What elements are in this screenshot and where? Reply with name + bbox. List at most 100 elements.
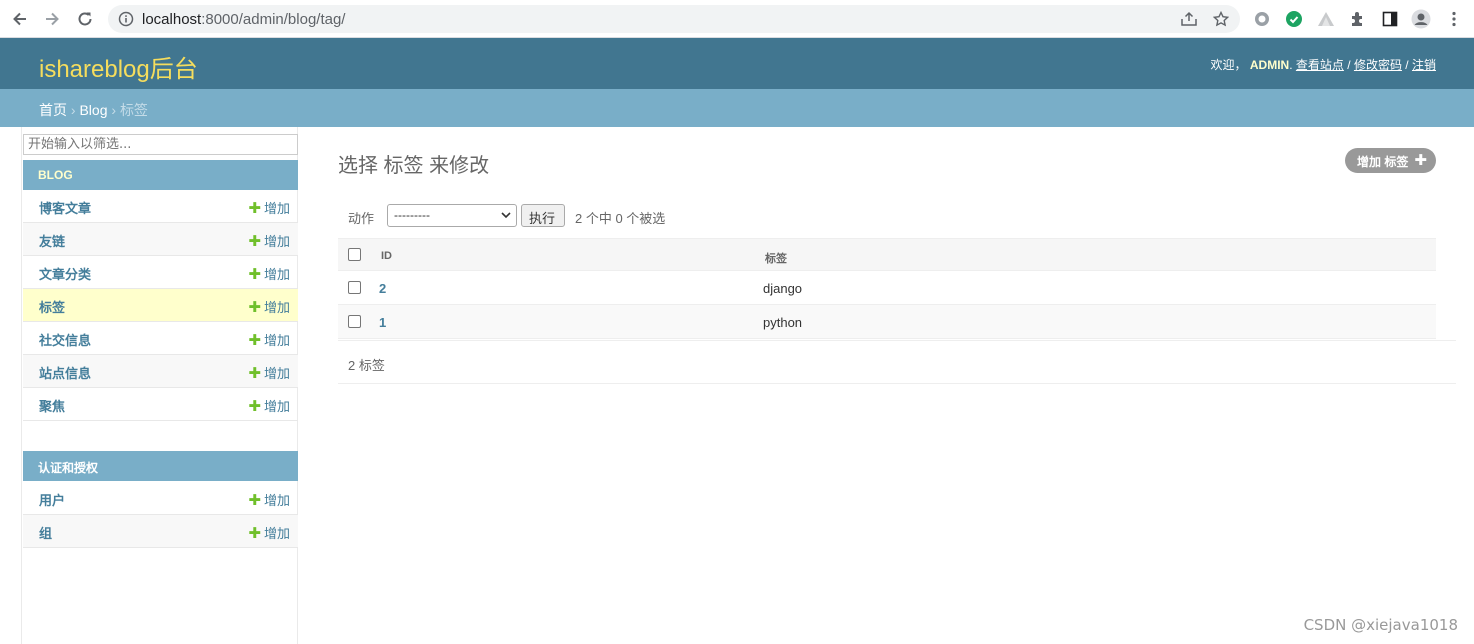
add-label: 增加 xyxy=(263,493,290,508)
extensions-puzzle-icon[interactable] xyxy=(1348,9,1368,29)
sidebar-item-social: 社交信息 ✚ 增加 xyxy=(23,322,298,355)
selection-counter: 2 个中 0 个被选 xyxy=(575,211,666,226)
plus-icon: ✚ xyxy=(248,332,261,349)
reload-button[interactable] xyxy=(73,7,97,31)
add-label: 增加 xyxy=(263,234,290,249)
plus-icon: ✚ xyxy=(248,266,261,283)
column-header-id[interactable]: ID xyxy=(381,250,392,262)
extension-check-icon[interactable] xyxy=(1284,9,1304,29)
sidebar-add-link[interactable]: ✚ 增加 xyxy=(248,231,290,250)
view-site-link[interactable]: 查看站点 xyxy=(1296,58,1344,72)
profile-avatar-icon[interactable] xyxy=(1411,9,1431,29)
action-label: 动作 xyxy=(348,211,375,226)
row-id-link[interactable]: 2 xyxy=(379,281,386,296)
url-text: localhost:8000/admin/blog/tag/ xyxy=(142,11,345,28)
add-label: 增加 xyxy=(263,201,290,216)
module-caption-blog[interactable]: BLOG xyxy=(23,160,298,190)
sidebar-model-link[interactable]: 站点信息 xyxy=(39,363,91,382)
sidebar-item-focus: 聚焦 ✚ 增加 xyxy=(23,388,298,421)
nav-sidebar: BLOG 博客文章 ✚增加 友链 ✚增加 文章分类 ✚增加 标签 ✚增加 社交信… xyxy=(21,127,298,644)
bookmark-star-icon[interactable] xyxy=(1212,10,1230,30)
plus-icon: ✚ xyxy=(248,492,261,509)
site-brand[interactable]: ishareblog后台 xyxy=(39,49,198,84)
arrow-left-icon xyxy=(13,12,26,26)
sidebar-add-link[interactable]: ✚ 增加 xyxy=(248,198,290,217)
watermark: CSDN @xiejava1018 xyxy=(1303,616,1458,634)
sidebar-model-link[interactable]: 聚焦 xyxy=(39,396,65,415)
sidebar-item-tags: 标签 ✚ 增加 xyxy=(23,289,298,322)
add-label: 增加 xyxy=(263,300,290,315)
sidebar-model-link[interactable]: 友链 xyxy=(39,231,65,250)
paginator: 2 标签 xyxy=(338,340,1456,384)
sidebar-add-link[interactable]: ✚ 增加 xyxy=(248,330,290,349)
breadcrumb-separator: › xyxy=(111,102,117,118)
select-all-checkbox[interactable] xyxy=(348,248,361,261)
plus-icon: ✚ xyxy=(248,233,261,250)
sidebar-filter-input[interactable] xyxy=(23,134,298,155)
breadcrumb-app[interactable]: Blog xyxy=(79,102,107,118)
reload-icon xyxy=(78,12,92,26)
row-tag-cell: django xyxy=(763,281,803,296)
add-label: 增加 xyxy=(263,267,290,282)
separator: / xyxy=(1347,58,1351,72)
plus-icon: ✚ xyxy=(1414,152,1427,169)
site-info-icon[interactable] xyxy=(118,11,134,30)
logout-link[interactable]: 注销 xyxy=(1412,58,1436,72)
url-path: :8000/admin/blog/tag/ xyxy=(201,11,346,28)
forward-button[interactable] xyxy=(40,7,64,31)
sidebar-add-link[interactable]: ✚ 增加 xyxy=(248,363,290,382)
add-label: 增加 xyxy=(263,333,290,348)
breadcrumb-home[interactable]: 首页 xyxy=(39,102,67,118)
add-tag-label: 增加 标签 xyxy=(1357,155,1409,169)
sidebar-model-link[interactable]: 组 xyxy=(39,523,52,542)
extension-circle-icon[interactable] xyxy=(1252,9,1272,29)
breadcrumb-current: 标签 xyxy=(119,102,148,118)
sidebar-model-link[interactable]: 博客文章 xyxy=(39,198,91,217)
separator: / xyxy=(1405,58,1409,72)
plus-icon: ✚ xyxy=(248,200,261,217)
add-label: 增加 xyxy=(263,399,290,414)
plus-icon: ✚ xyxy=(248,525,261,542)
sidebar-add-link[interactable]: ✚ 增加 xyxy=(248,490,290,509)
plus-icon: ✚ xyxy=(248,299,261,316)
sidebar-model-link[interactable]: 用户 xyxy=(39,490,65,509)
module-caption-auth[interactable]: 认证和授权 xyxy=(23,451,298,481)
action-selected-value: --------- xyxy=(394,208,430,222)
welcome-text: 欢迎， xyxy=(1210,58,1247,72)
sidebar-add-link[interactable]: ✚ 增加 xyxy=(248,396,290,415)
add-tag-button[interactable]: 增加 标签 ✚ xyxy=(1345,148,1436,173)
go-button[interactable]: 执行 xyxy=(521,204,565,227)
arrow-right-icon xyxy=(46,12,59,26)
row-checkbox[interactable] xyxy=(348,281,361,294)
sidebar-item-categories: 文章分类 ✚ 增加 xyxy=(23,256,298,289)
row-id-link[interactable]: 1 xyxy=(379,315,386,330)
sidebar-add-link[interactable]: ✚ 增加 xyxy=(248,297,290,316)
back-button[interactable] xyxy=(8,7,32,31)
user-tools: 欢迎， ADMIN. 查看站点 / 修改密码 / 注销 xyxy=(1210,58,1436,72)
sidebar-add-link[interactable]: ✚ 增加 xyxy=(248,264,290,283)
sidebar-add-link[interactable]: ✚ 增加 xyxy=(248,523,290,542)
sidebar-item-groups: 组 ✚ 增加 xyxy=(23,515,298,548)
row-tag-cell: python xyxy=(763,315,803,330)
share-icon[interactable] xyxy=(1180,11,1198,30)
chevron-down-icon xyxy=(500,208,512,225)
sidebar-model-link[interactable]: 标签 xyxy=(39,297,65,316)
change-password-link[interactable]: 修改密码 xyxy=(1354,58,1402,72)
sidebar-item-site-info: 站点信息 ✚ 增加 xyxy=(23,355,298,388)
column-header-tag[interactable]: 标签 xyxy=(765,250,787,266)
browser-toolbar: localhost:8000/admin/blog/tag/ xyxy=(0,0,1474,38)
sidebar-model-link[interactable]: 社交信息 xyxy=(39,330,91,349)
browser-menu-icon[interactable] xyxy=(1444,9,1464,29)
add-label: 增加 xyxy=(263,526,290,541)
sidebar-item-posts: 博客文章 ✚ 增加 xyxy=(23,190,298,223)
sidebar-item-links: 友链 ✚ 增加 xyxy=(23,223,298,256)
address-bar[interactable]: localhost:8000/admin/blog/tag/ xyxy=(108,5,1240,33)
action-select[interactable]: --------- xyxy=(387,204,517,227)
side-panel-icon[interactable] xyxy=(1380,9,1400,29)
row-checkbox[interactable] xyxy=(348,315,361,328)
extension-triangle-icon[interactable] xyxy=(1316,9,1336,29)
sidebar-model-link[interactable]: 文章分类 xyxy=(39,264,91,283)
table-header: ID 标签 xyxy=(338,238,1436,271)
plus-icon: ✚ xyxy=(248,365,261,382)
action-bar: 动作 --------- 执行 2 个中 0 个被选 xyxy=(338,199,1436,233)
